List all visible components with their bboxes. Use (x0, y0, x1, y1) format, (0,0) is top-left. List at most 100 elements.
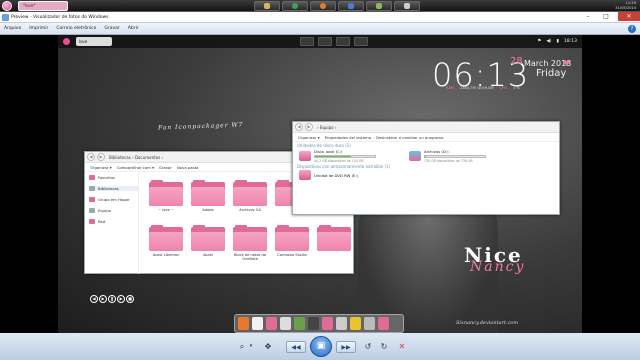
close-button[interactable]: ✕ (618, 12, 640, 21)
libraries-path: Bibliotecas › Documentos › (109, 154, 164, 160)
wallpaper-app-icon (300, 37, 314, 46)
drive-d: Archivos (D:) 730 GB disponibles de 738 … (409, 149, 486, 163)
taskbar-app-notes[interactable] (394, 1, 420, 11)
dock-app-icon (322, 317, 333, 330)
minimize-button[interactable]: – (582, 12, 594, 21)
folder-icon (264, 3, 270, 9)
folder-item[interactable]: Block de notas de OneNote (229, 221, 271, 266)
next-button[interactable]: ▶▶ (336, 341, 356, 353)
firefox-icon (320, 3, 326, 9)
menu-imprimir[interactable]: Imprimir (25, 23, 52, 35)
forward-nav-icon: ▶ (97, 153, 105, 161)
libraries-sidebar: Favoritos Bibliotecas Grupo em Hogar Equ… (85, 173, 139, 274)
dock-app-icon (364, 317, 375, 330)
menu-gravar[interactable]: Gravar (100, 23, 123, 35)
taskbar-tab-love[interactable]: *love* (18, 1, 68, 11)
window-title: Preview - Visualizador de fotos do Windo… (11, 15, 109, 20)
dvd-icon (299, 170, 311, 180)
wallpaper-app-icon (336, 37, 350, 46)
wallpaper-tab: love (76, 37, 112, 46)
folder-item[interactable]: Adobe (187, 176, 229, 221)
drive-c-usage-fill (315, 156, 351, 157)
folder-item[interactable]: Avast Librerian (145, 221, 187, 266)
dock-app-icon (294, 317, 305, 330)
rotate-left-icon[interactable]: ↺ (362, 339, 374, 354)
star-icon (89, 175, 95, 180)
photo-canvas: love ⚑ ◀) ▮ 18:13 06:13 28 March 2013 ♥ … (58, 35, 582, 333)
sidebar-item-red: Red (89, 219, 138, 224)
cmd-desinstalar: Desinstalar o cambiar un programa (376, 134, 444, 140)
system-stats: RAM 2364,7M /4059,8M CPU 1 % (446, 86, 526, 90)
menu-arquivo[interactable]: Arquivo (0, 23, 25, 35)
wallpaper-app-icon (354, 37, 368, 46)
folder-icon (233, 180, 267, 206)
folder-icon (149, 180, 183, 206)
folder-item[interactable] (313, 221, 355, 266)
tray-clock[interactable]: 11:20 31/05/2014 (596, 0, 636, 12)
cmd-compartilhar: Compartilhar com ▾ (116, 164, 154, 170)
sidebar-label: Grupo em Hogar (98, 197, 130, 202)
dock-app-icon (252, 317, 263, 330)
taskbar-app-explorer[interactable] (254, 1, 280, 11)
menu-abrir[interactable]: Abrir (124, 23, 143, 35)
dock-app-icon (280, 317, 291, 330)
folder-label: Archivos G4 (239, 208, 261, 212)
credit-text: Sixnancy.deviantart.com (456, 320, 519, 326)
dvd-name: Unidad de DVD RW (E:) (314, 172, 359, 178)
sidebar-label: Red (98, 219, 106, 224)
drive-icon (409, 151, 421, 161)
dock-app-icon (266, 317, 277, 330)
cmd-gravar: Gravar (158, 164, 172, 170)
slideshow-button[interactable]: ▣ (310, 336, 332, 357)
cmd-organizar: Organizar ▾ (298, 134, 320, 140)
menu-correio[interactable]: Correio eletrônico (52, 23, 100, 35)
fit-window-icon[interactable]: ✥ (262, 339, 274, 354)
delete-icon[interactable]: ✕ (396, 339, 408, 354)
folder-item[interactable]: Archivos G4 (229, 176, 271, 221)
zoom-icon[interactable]: ⌕ (236, 339, 248, 354)
wallpaper-start-icon (63, 38, 70, 45)
sidebar-item-grupo: Grupo em Hogar (89, 197, 138, 202)
drive-icon (299, 151, 311, 161)
rewind-icon: ◀ (90, 295, 98, 303)
dock-app-icon (336, 317, 347, 330)
drive-c-usage (314, 155, 376, 158)
taskbar-app-media[interactable] (338, 1, 364, 11)
taskbar-app-photos[interactable] (366, 1, 392, 11)
help-icon[interactable]: ? (628, 25, 636, 33)
taskbar-app-chrome[interactable] (282, 1, 308, 11)
tray-date: 31/05/2014 (615, 6, 636, 10)
signal-icon: ▮ (556, 39, 560, 44)
pause-icon: ❚ (108, 295, 116, 303)
library-icon (89, 186, 95, 191)
folder-item[interactable]: Camtasia Studio (271, 221, 313, 266)
dock-app-icon (378, 317, 389, 330)
previous-button[interactable]: ◀◀ (286, 341, 306, 353)
cpu-value: 1 % (512, 86, 520, 90)
drives-row: Disco local (C:) 40,2 GB disponibles de … (299, 149, 559, 163)
drive-c-name: Disco local (C:) (314, 149, 343, 154)
folder-item[interactable]: Avast (187, 221, 229, 266)
start-button[interactable] (2, 1, 12, 11)
rotate-right-icon[interactable]: ↻ (378, 339, 390, 354)
sidebar-label: Favoritos (98, 175, 116, 180)
computer-path: › Equipo › (317, 124, 337, 130)
homegroup-icon (89, 197, 95, 202)
wallpaper-tray: ⚑ ◀) ▮ 18:13 (532, 35, 577, 48)
photo-viewer-icon (2, 14, 9, 21)
folder-label: Camtasia Studio (277, 253, 307, 257)
dock-app-icon (350, 317, 361, 330)
taskbar-app-firefox[interactable] (310, 1, 336, 11)
outer-taskbar: *love* 11:20 31/05/2014 (0, 0, 640, 12)
computer-window: ◀ ▶ › Equipo › Organizar ▾ Propiedades d… (292, 121, 560, 215)
sidebar-label: Bibliotecas (98, 186, 119, 191)
drive-d-name: Archivos (D:) (424, 149, 449, 154)
wallpaper-app-icon (318, 37, 332, 46)
zoom-dropdown-icon[interactable]: ▾ (248, 339, 254, 354)
maximize-button[interactable]: □ (600, 12, 612, 21)
flag-icon: ⚑ (537, 39, 542, 44)
folder-label: Adobe (202, 208, 214, 212)
wallpaper-clock: 18:13 (564, 39, 577, 44)
folder-item[interactable]: ~ love ~ (145, 176, 187, 221)
folder-label: Avast Librerian (152, 253, 180, 257)
